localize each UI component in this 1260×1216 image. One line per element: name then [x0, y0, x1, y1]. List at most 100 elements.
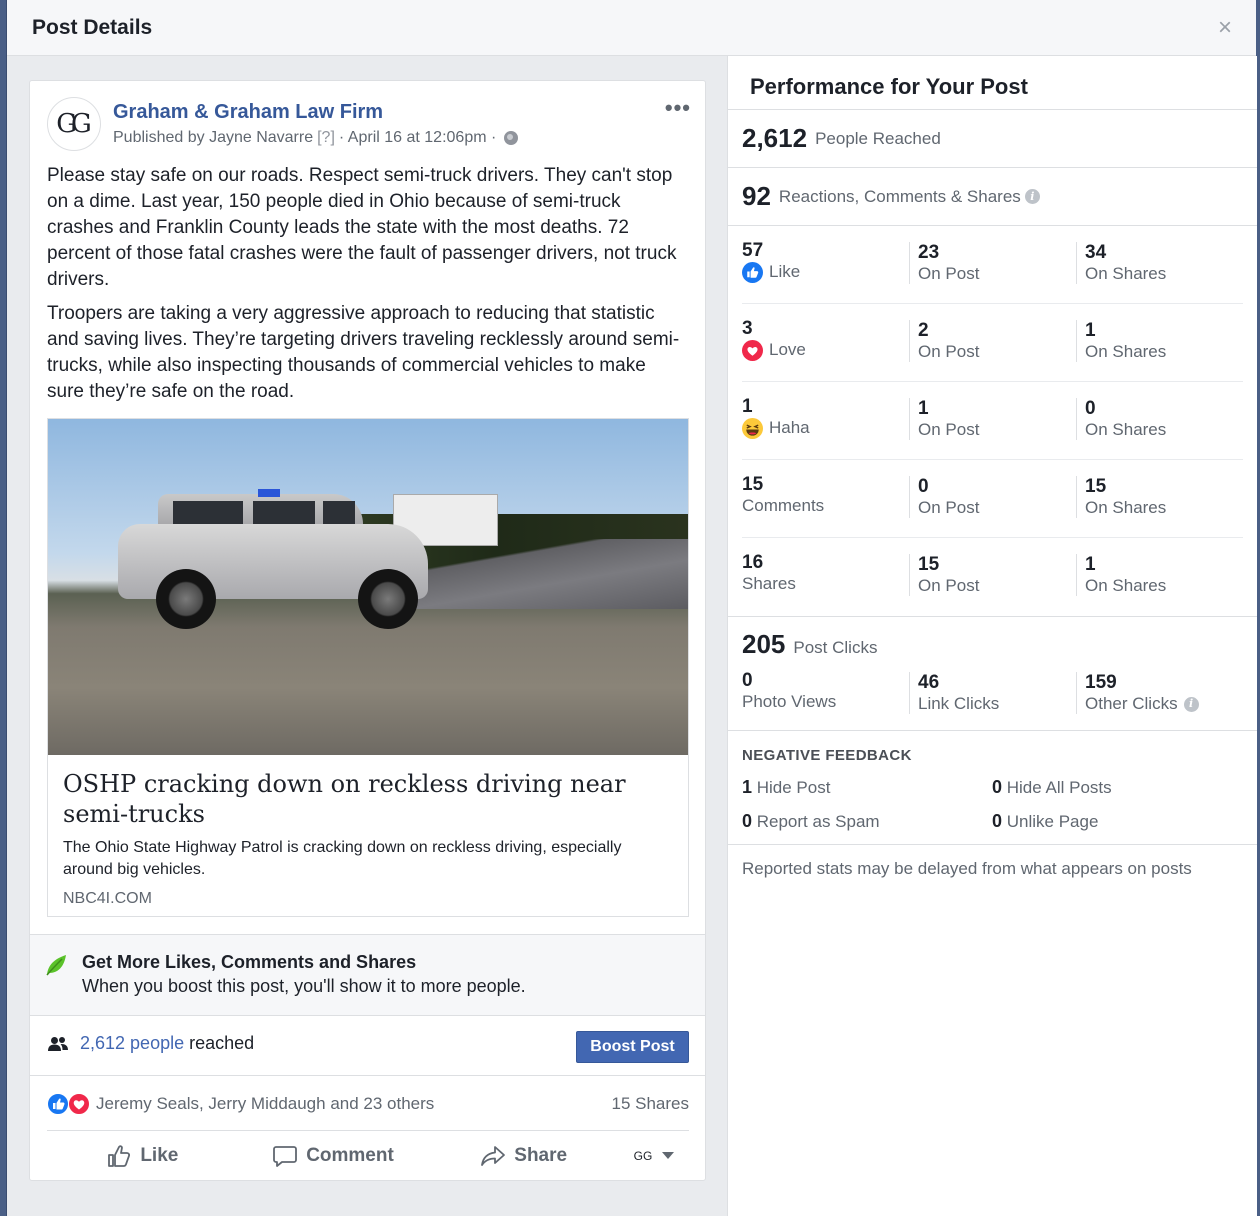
breakdown-on-post: 15 On Post	[909, 554, 979, 596]
chevron-down-icon	[662, 1152, 675, 1159]
haha-reaction-icon	[742, 417, 763, 439]
photo-views-cell: 0 Photo Views	[742, 670, 836, 713]
engagement-label-text: Reactions, Comments & Shares	[778, 186, 1021, 206]
breakdown-total: 16 Shares	[742, 552, 796, 595]
other-clicks-value: 159	[1085, 672, 1117, 693]
breakdown-total: 1 Haha	[742, 396, 810, 439]
page-mini-avatar: GG	[633, 1148, 653, 1163]
share-arrow-icon	[481, 1145, 506, 1166]
breakdown-on-post: 0 On Post	[909, 476, 979, 518]
reach-suffix: reached	[184, 1033, 255, 1053]
photo-views-label: Photo Views	[742, 692, 837, 711]
negative-feedback-title: NEGATIVE FEEDBACK	[742, 747, 912, 764]
engagement-row: 92 Reactions, Comments & Shares i	[728, 168, 1257, 226]
on-post-label: On Post	[918, 498, 980, 517]
comment-button[interactable]: Comment	[238, 1143, 429, 1169]
on-shares-label: On Shares	[1085, 420, 1167, 439]
page-name-link[interactable]: Graham & Graham Law Firm	[113, 101, 383, 124]
like-on-shares-value: 34	[1085, 242, 1107, 263]
reach-text: 2,612 people reached	[80, 1033, 254, 1054]
engagement-value: 92	[742, 181, 771, 211]
globe-icon	[504, 131, 519, 145]
link-preview-card[interactable]: OSHP cracking down on reckless driving n…	[47, 418, 689, 917]
boost-tip: Get More Likes, Comments and Shares When…	[30, 934, 705, 1016]
shares-on-shares-value: 1	[1085, 554, 1096, 575]
comment-icon	[273, 1145, 298, 1167]
image-lightbar	[258, 489, 280, 497]
photo-views-value: 0	[742, 670, 753, 691]
image-suv-wheel	[156, 569, 216, 629]
post-paragraph: Please stay safe on our roads. Respect s…	[47, 165, 677, 290]
haha-total: 1	[742, 396, 753, 417]
comments-label: Comments	[742, 496, 825, 515]
hide-post-value: 1	[742, 777, 753, 797]
breakdown-on-shares: 15 On Shares	[1076, 476, 1166, 518]
post-clicks-value: 205	[742, 629, 786, 659]
post-clicks-label: Post Clicks	[793, 638, 878, 657]
like-button[interactable]: Like	[47, 1143, 238, 1169]
post-clicks-header: 205 Post Clicks	[742, 629, 1243, 660]
stats-disclaimer: Reported stats may be delayed from what …	[742, 859, 1192, 878]
people-reached-row: 2,612 People Reached	[728, 110, 1257, 168]
reach-row: 2,612 people reached Boost Post	[30, 1016, 705, 1076]
share-label: Share	[514, 1144, 568, 1166]
comments-on-post-value: 0	[918, 476, 929, 497]
unlike-value: 0	[992, 811, 1003, 831]
breakdown-on-post: 2 On Post	[909, 320, 979, 362]
post-preview-pane: GG Graham & Graham Law Firm Published by…	[7, 56, 727, 1216]
link-description: The Ohio State Highway Patrol is crackin…	[63, 839, 622, 878]
page-avatar[interactable]: GG	[47, 97, 101, 151]
performance-title: Performance for Your Post	[728, 56, 1257, 110]
post-card: GG Graham & Graham Law Firm Published by…	[29, 80, 706, 1181]
link-preview-info: OSHP cracking down on reckless driving n…	[48, 755, 688, 908]
breakdown-on-shares: 1 On Shares	[1076, 320, 1166, 362]
like-total: 57	[742, 240, 764, 261]
link-title[interactable]: OSHP cracking down on reckless driving n…	[63, 769, 672, 829]
spam-label: Report as Spam	[756, 812, 880, 831]
info-icon[interactable]: i	[1024, 188, 1040, 204]
link-clicks-value: 46	[918, 672, 940, 693]
like-on-post-value: 23	[918, 242, 940, 263]
reaction-names[interactable]: Jeremy Seals, Jerry Middaugh and 23 othe…	[96, 1094, 434, 1114]
haha-label-wrap: Haha	[742, 417, 810, 439]
on-post-label: On Post	[918, 576, 980, 595]
link-preview-image[interactable]	[48, 419, 688, 755]
hide-all-label: Hide All Posts	[1006, 778, 1112, 797]
like-label: Like	[140, 1144, 179, 1166]
breakdown-row-love: 3 Love 2 On Post 1 On Shares	[742, 304, 1243, 382]
people-reached-label: People Reached	[815, 128, 941, 148]
more-options-icon[interactable]: •••	[665, 95, 691, 121]
share-button[interactable]: Share	[428, 1143, 619, 1169]
people-icon	[48, 1037, 68, 1051]
love-reaction-icon	[742, 339, 763, 361]
post-details-modal: Post Details × GG Graham & Graham Law Fi…	[6, 0, 1257, 1216]
boost-tip-title: Get More Likes, Comments and Shares	[82, 952, 417, 972]
haha-on-shares-value: 0	[1085, 398, 1096, 419]
other-clicks-cell: 159 Other Clicks i	[1076, 672, 1199, 714]
boost-post-button[interactable]: Boost Post	[576, 1031, 689, 1063]
close-icon[interactable]: ×	[1218, 16, 1232, 40]
breakdown-row-like: 57 Like 23 On Post 34 On Shares	[742, 226, 1243, 304]
other-clicks-label-wrap: Other Clicks i	[1085, 693, 1199, 715]
image-suv-wheel	[358, 569, 418, 629]
people-reached-link[interactable]: 2,612 people	[80, 1033, 184, 1053]
help-marker[interactable]: [?]	[317, 129, 335, 147]
breakdown-on-post: 1 On Post	[909, 398, 979, 440]
link-clicks-label: Link Clicks	[918, 694, 1000, 713]
reactions-summary: Jeremy Seals, Jerry Middaugh and 23 othe…	[30, 1076, 705, 1130]
reaction-icons[interactable]	[47, 1093, 93, 1115]
info-icon[interactable]: i	[1183, 696, 1199, 712]
breakdown-row-haha: 1 Haha 1 On Post 0 On Shares	[742, 382, 1243, 460]
comment-label: Comment	[306, 1144, 394, 1166]
negative-feedback-block: NEGATIVE FEEDBACK 1 Hide Post 0 Hide All…	[728, 731, 1257, 845]
unlike-page-stat: 0 Unlike Page	[992, 811, 1098, 832]
like-reaction-label: Like	[769, 262, 801, 281]
post-as-selector[interactable]: GG	[619, 1149, 689, 1163]
hide-all-value: 0	[992, 777, 1003, 797]
post-message: Please stay safe on our roads. Respect s…	[30, 159, 705, 405]
breakdown-total: 15 Comments	[742, 474, 824, 517]
haha-reaction-label: Haha	[769, 418, 810, 437]
shares-count[interactable]: 15 Shares	[612, 1094, 690, 1114]
post-date[interactable]: · April 16 at 12:06pm ·	[339, 129, 496, 147]
breakdown-total: 3 Love	[742, 318, 806, 361]
